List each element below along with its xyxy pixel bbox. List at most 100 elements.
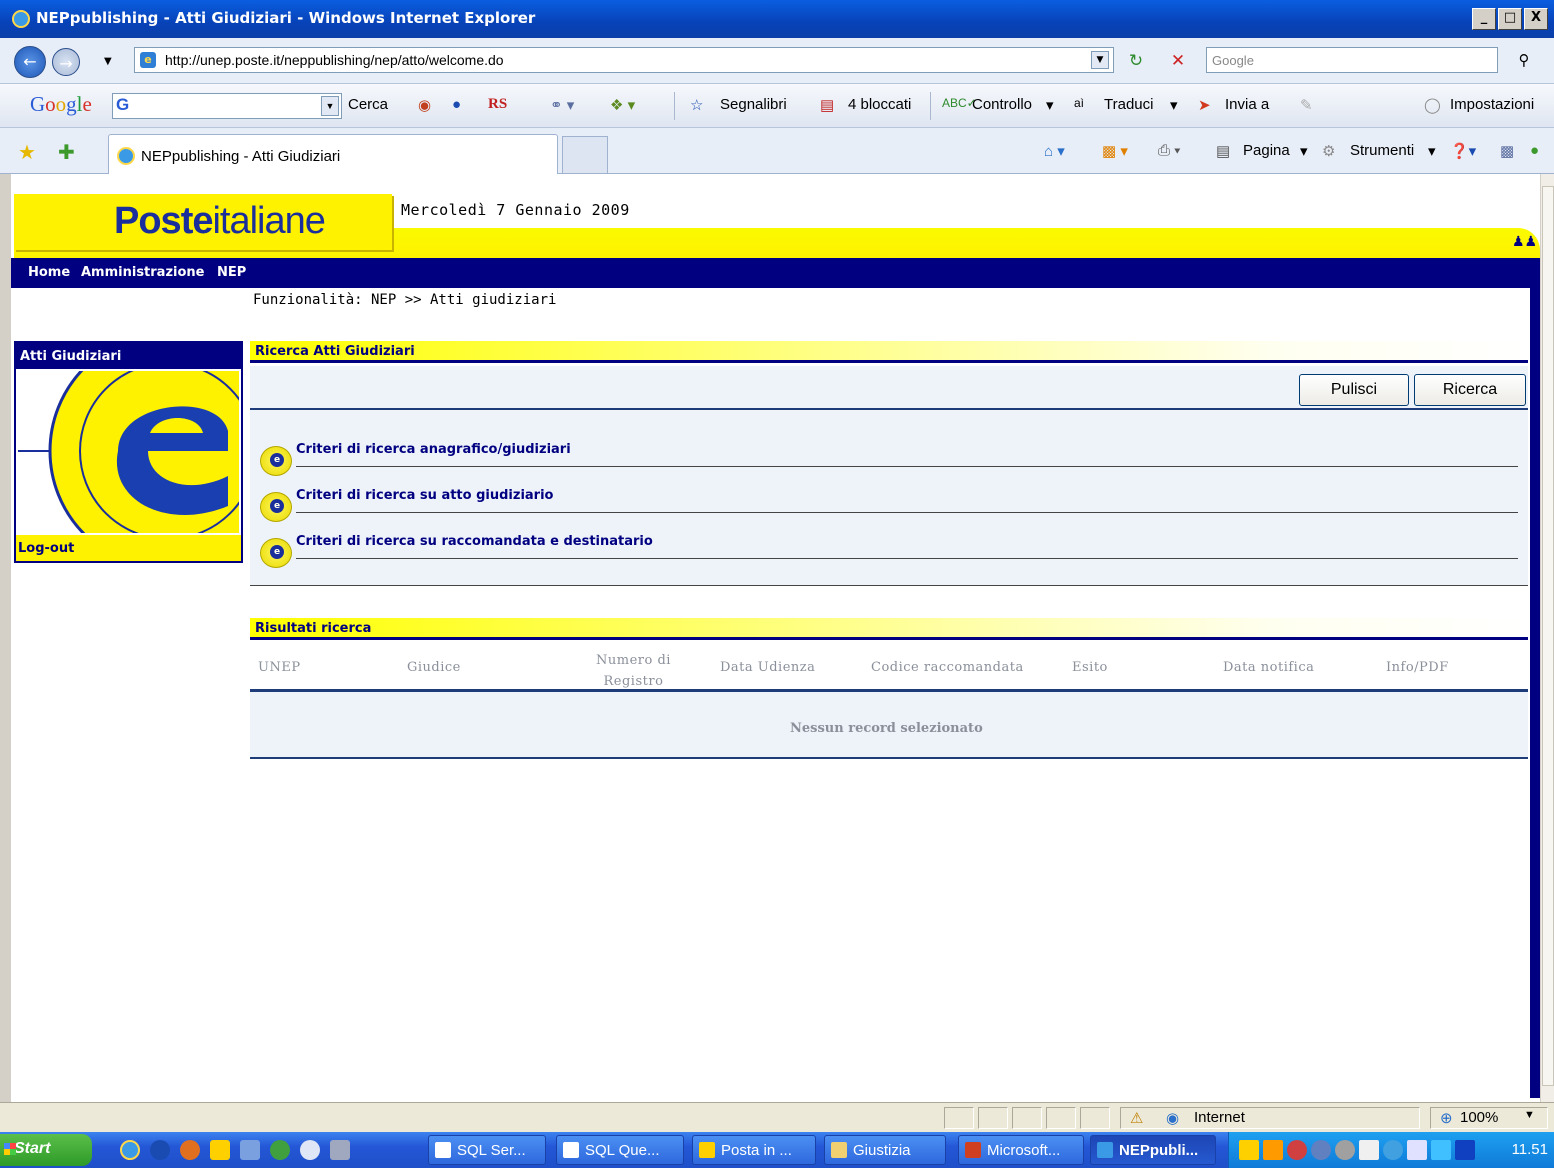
criteria-label[interactable]: Criteri di ricerca su raccomandata e des…	[296, 534, 653, 549]
menu-amministrazione[interactable]: Amministrazione	[81, 265, 204, 280]
criteria-label[interactable]: Criteri di ricerca su atto giudiziario	[296, 488, 553, 503]
calc-quicklaunch-icon[interactable]	[330, 1140, 350, 1160]
link-icon[interactable]: ⚭ ▾	[550, 96, 574, 114]
column-header-data-notifica[interactable]: Data notifica	[1223, 660, 1314, 675]
network-tray-icon[interactable]	[1287, 1140, 1307, 1160]
expand-icon[interactable]: e	[260, 538, 292, 568]
minimize-button[interactable]: _	[1472, 8, 1496, 30]
expand-icon[interactable]: e	[260, 492, 292, 522]
translate-button[interactable]: Traduci	[1104, 96, 1153, 113]
tab-neppublishing[interactable]: NEPpublishing - Atti Giudiziari	[108, 134, 558, 174]
column-header-esito[interactable]: Esito	[1072, 660, 1108, 675]
pagerank-icon[interactable]: ◉	[418, 96, 431, 114]
messenger-quicklaunch-icon[interactable]	[270, 1140, 290, 1160]
settings-button[interactable]: Impostazioni	[1450, 96, 1534, 113]
column-header-giudice[interactable]: Giudice	[407, 660, 461, 675]
history-dropdown[interactable]: ▼	[104, 56, 112, 67]
display-tray-icon[interactable]	[1407, 1140, 1427, 1160]
search-input[interactable]: Google	[1206, 47, 1498, 73]
firefox-quicklaunch-icon[interactable]	[180, 1140, 200, 1160]
bookmarks-menu[interactable]: Segnalibri	[720, 96, 787, 113]
sync-tray-icon[interactable]	[1383, 1140, 1403, 1160]
criteria-label[interactable]: Criteri di ricerca anagrafico/giudiziari	[296, 442, 571, 457]
outlook-tray-icon[interactable]	[1263, 1140, 1283, 1160]
google-search-dropdown[interactable]: ▼	[321, 96, 339, 116]
taskbar-button-neppublishing[interactable]: NEPpubli...	[1090, 1135, 1216, 1165]
page-menu-dropdown[interactable]: ▾	[1300, 142, 1308, 160]
column-header-info-pdf[interactable]: Info/PDF	[1386, 660, 1449, 675]
criteria-atto[interactable]: e Criteri di ricerca su atto giudiziario	[260, 488, 1520, 522]
security-tray-icon[interactable]	[1359, 1140, 1379, 1160]
taskbar-button-sql-server[interactable]: SQL Ser...	[428, 1135, 546, 1165]
media-tray-icon[interactable]	[1455, 1140, 1475, 1160]
back-button[interactable]: ←	[14, 46, 46, 78]
vertical-scrollbar[interactable]	[1540, 174, 1554, 1102]
antivirus-tray-icon[interactable]	[1335, 1140, 1355, 1160]
tools-menu[interactable]: Strumenti	[1350, 142, 1414, 159]
close-button[interactable]: X	[1524, 8, 1548, 30]
taskbar-button-sql-query[interactable]: SQL Que...	[556, 1135, 684, 1165]
users-icon[interactable]: ♟♟	[1512, 234, 1537, 250]
protected-mode-icon: ⚠	[1130, 1110, 1144, 1127]
search-button[interactable]: Ricerca	[1414, 374, 1526, 406]
research-icon[interactable]: ▩	[1500, 142, 1514, 160]
popup-blocker-button[interactable]: 4 bloccati	[848, 96, 911, 113]
column-header-data-udienza[interactable]: Data Udienza	[720, 660, 815, 675]
mail-tray-icon[interactable]	[1239, 1140, 1259, 1160]
taskbar-button-posta[interactable]: Posta in ...	[692, 1135, 816, 1165]
puzzle-icon[interactable]: ❖ ▾	[610, 96, 635, 114]
google-search-input[interactable]: G ▼	[112, 93, 342, 119]
outlook-quicklaunch-icon[interactable]	[210, 1140, 230, 1160]
monitor-tray-icon[interactable]	[1431, 1140, 1451, 1160]
stop-icon[interactable]: ✕	[1166, 49, 1190, 73]
new-tab-button[interactable]	[562, 136, 608, 174]
taskbar-button-giustizia[interactable]: Giustizia	[824, 1135, 946, 1165]
clock[interactable]: 11.51	[1512, 1141, 1548, 1158]
shield-tray-icon[interactable]	[1311, 1140, 1331, 1160]
spellcheck-button[interactable]: Controllo	[972, 96, 1032, 113]
add-favorite-icon[interactable]: ✚	[58, 140, 75, 165]
favorites-star-icon[interactable]: ★	[18, 140, 36, 165]
column-header-codice-raccomandata[interactable]: Codice raccomandata	[871, 660, 1024, 675]
criteria-raccomandata[interactable]: e Criteri di ricerca su raccomandata e d…	[260, 534, 1520, 568]
print-icon[interactable]: ⎙ ▾	[1158, 142, 1180, 159]
ie-quicklaunch-icon[interactable]	[120, 1140, 140, 1160]
zoom-level[interactable]: 100%	[1460, 1109, 1498, 1126]
start-button[interactable]: Start	[0, 1134, 92, 1166]
divider	[296, 558, 1518, 559]
forward-button[interactable]: →	[52, 48, 80, 76]
search-icon[interactable]: ⚲	[1506, 47, 1542, 73]
help-icon[interactable]: ❓▾	[1450, 142, 1476, 160]
maximize-button[interactable]: □	[1498, 8, 1522, 30]
rs-button[interactable]: RS	[488, 96, 507, 113]
page-menu[interactable]: Pagina	[1243, 142, 1290, 159]
column-header-unep[interactable]: UNEP	[258, 660, 301, 675]
taskbar-button-microsoft[interactable]: Microsoft...	[958, 1135, 1084, 1165]
security-zone[interactable]: Internet	[1194, 1109, 1245, 1126]
send-to-button[interactable]: Invia a	[1225, 96, 1269, 113]
address-field[interactable]: e http://unep.poste.it/neppublishing/nep…	[134, 47, 1114, 73]
expand-icon[interactable]: e	[260, 446, 292, 476]
feeds-icon[interactable]: ▩ ▾	[1102, 142, 1128, 160]
scrollbar-thumb[interactable]	[1542, 186, 1554, 1086]
globe-quicklaunch-icon[interactable]	[150, 1140, 170, 1160]
translate-dropdown[interactable]: ▾	[1170, 96, 1178, 114]
clock-quicklaunch-icon[interactable]	[300, 1140, 320, 1160]
menu-home[interactable]: Home	[28, 265, 70, 280]
column-header-numero-registro[interactable]: Numero di Registro	[596, 650, 671, 692]
clear-button[interactable]: Pulisci	[1299, 374, 1409, 406]
menu-nep[interactable]: NEP	[217, 265, 246, 280]
google-search-button[interactable]: Cerca	[348, 96, 388, 113]
url-dropdown[interactable]: ▼	[1091, 51, 1109, 69]
spellcheck-dropdown[interactable]: ▾	[1046, 96, 1054, 114]
criteria-anagrafico[interactable]: e Criteri di ricerca anagrafico/giudizia…	[260, 442, 1520, 476]
refresh-icon[interactable]: ↻	[1124, 49, 1148, 73]
app-quicklaunch-icon[interactable]	[240, 1140, 260, 1160]
globe-icon[interactable]: ●	[452, 96, 461, 113]
zoom-dropdown[interactable]: ▼	[1524, 1109, 1535, 1121]
messenger-icon[interactable]: ●	[1530, 142, 1539, 159]
home-icon[interactable]: ⌂ ▾	[1044, 142, 1065, 160]
logout-link[interactable]: Log-out	[16, 535, 241, 561]
sidebar: Atti Giudiziari Log-out	[14, 341, 243, 563]
tools-menu-dropdown[interactable]: ▾	[1428, 142, 1436, 160]
